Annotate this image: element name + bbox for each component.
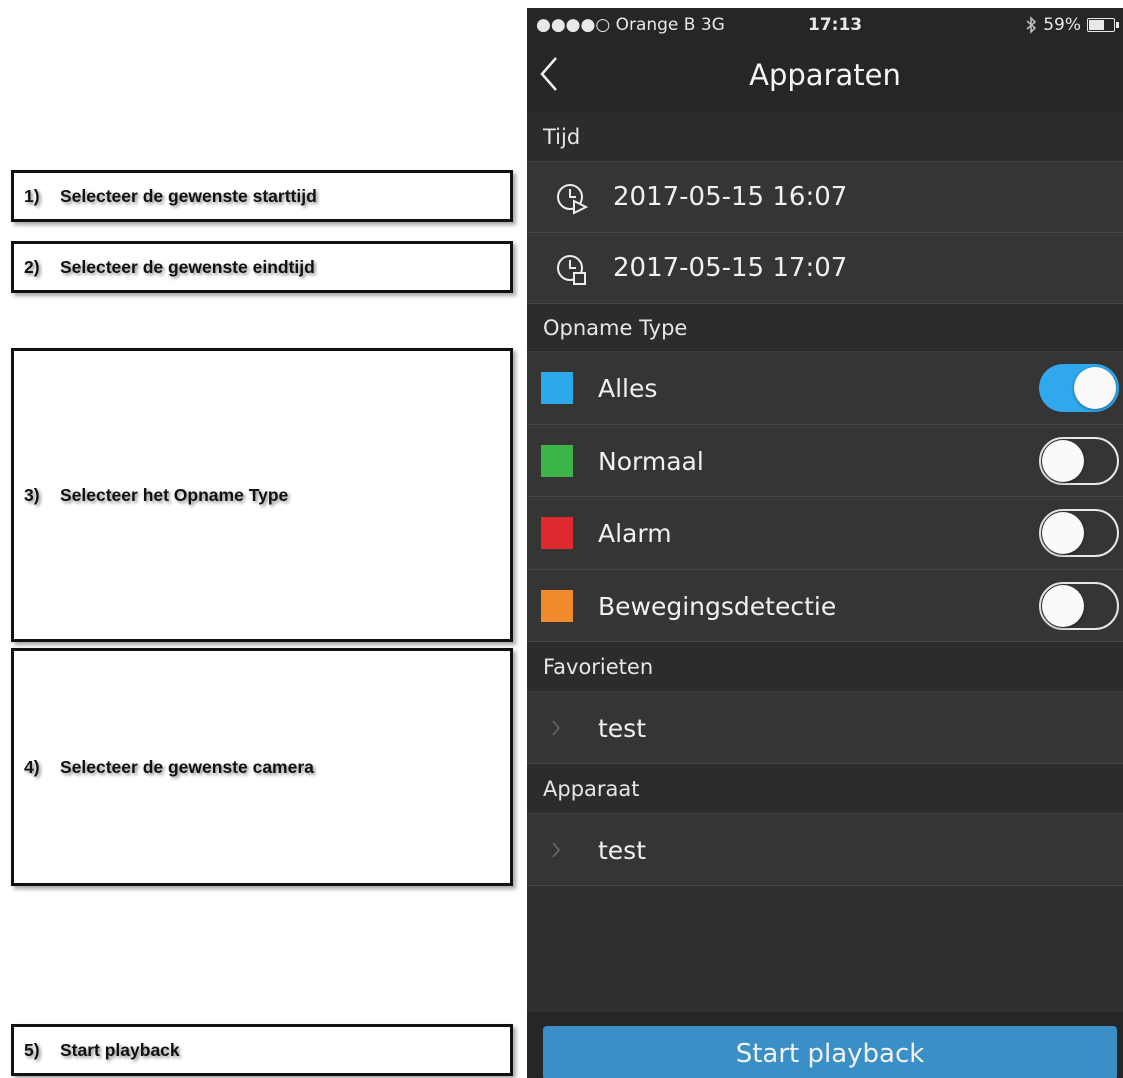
clock-play-icon xyxy=(557,184,589,215)
record-type-row-alarm: Alarm xyxy=(527,497,1123,570)
annotation-start-playback: 5) Start playback xyxy=(11,1024,513,1076)
annotation-text: Selecteer de gewenste eindtijd xyxy=(60,256,315,277)
record-type-label: Normaal xyxy=(598,447,704,476)
record-type-row-bewegingsdetectie: Bewegingsdetectie xyxy=(527,570,1123,642)
toggle-switch-normaal[interactable] xyxy=(1039,437,1119,485)
section-header-time: Tijd xyxy=(527,112,1123,162)
annotation-camera: 4) Selecteer de gewenste camera xyxy=(11,648,513,886)
record-type-label: Alarm xyxy=(598,519,672,548)
annotation-number: 2) xyxy=(24,256,40,277)
section-header-device: Apparaat xyxy=(527,764,1123,814)
color-swatch xyxy=(541,445,573,477)
color-swatch xyxy=(541,517,573,549)
record-type-label: Bewegingsdetectie xyxy=(598,592,837,621)
section-header-label: Favorieten xyxy=(543,655,654,679)
annotation-number: 1) xyxy=(24,185,40,206)
section-header-record-type: Opname Type xyxy=(527,304,1123,352)
annotation-text: Selecteer de gewenste starttijd xyxy=(60,185,317,206)
favorite-label: test xyxy=(598,714,647,743)
annotation-start-time: 1) Selecteer de gewenste starttijd xyxy=(11,170,513,222)
annotation-text: Start playback xyxy=(60,1039,180,1060)
chevron-right-icon xyxy=(552,720,561,736)
section-header-label: Opname Type xyxy=(543,316,688,340)
record-type-row-alles: Alles xyxy=(527,352,1123,425)
toggle-switch-alles[interactable] xyxy=(1039,364,1119,412)
color-swatch xyxy=(541,372,573,404)
annotation-end-time: 2) Selecteer de gewenste eindtijd xyxy=(11,241,513,293)
start-time-value: 2017-05-15 16:07 xyxy=(613,182,848,212)
nav-bar: Apparaten xyxy=(527,40,1123,112)
device-item[interactable]: test xyxy=(527,814,1123,886)
bottom-bar: Start playback xyxy=(527,1012,1123,1078)
chevron-right-icon xyxy=(552,842,561,858)
annotation-record-type: 3) Selecteer het Opname Type xyxy=(11,348,513,642)
annotation-number: 3) xyxy=(24,484,40,505)
section-header-label: Tijd xyxy=(543,125,581,149)
toggle-switch-bewegingsdetectie[interactable] xyxy=(1039,582,1119,630)
device-label: test xyxy=(598,836,647,865)
page-title: Apparaten xyxy=(749,58,901,92)
end-time-value: 2017-05-15 17:07 xyxy=(613,253,848,283)
annotation-text: Selecteer de gewenste camera xyxy=(60,756,314,777)
start-time-row[interactable]: 2017-05-15 16:07 xyxy=(527,162,1123,233)
carrier-label: ●●●●○ Orange B 3G xyxy=(536,15,725,35)
record-type-row-normaal: Normaal xyxy=(527,425,1123,497)
favorite-item[interactable]: test xyxy=(527,692,1123,764)
record-type-label: Alles xyxy=(598,374,658,403)
status-bar: ●●●●○ Orange B 3G 17:13 59% xyxy=(527,8,1123,40)
annotation-number: 4) xyxy=(24,756,40,777)
annotation-number: 5) xyxy=(24,1039,40,1060)
bluetooth-icon xyxy=(1026,16,1037,34)
section-header-label: Apparaat xyxy=(543,777,640,801)
battery-icon xyxy=(1087,18,1119,32)
color-swatch xyxy=(541,590,573,622)
end-time-row[interactable]: 2017-05-15 17:07 xyxy=(527,233,1123,304)
clock-stop-icon xyxy=(557,255,586,285)
phone-screen: ●●●●○ Orange B 3G 17:13 59% Apparaten Ti… xyxy=(527,8,1123,1078)
status-time: 17:13 xyxy=(808,15,863,35)
toggle-switch-alarm[interactable] xyxy=(1039,509,1119,557)
battery-percent: 59% xyxy=(1043,15,1081,35)
start-playback-button[interactable]: Start playback xyxy=(543,1026,1117,1078)
annotation-text: Selecteer het Opname Type xyxy=(60,484,289,505)
section-header-favorites: Favorieten xyxy=(527,642,1123,692)
